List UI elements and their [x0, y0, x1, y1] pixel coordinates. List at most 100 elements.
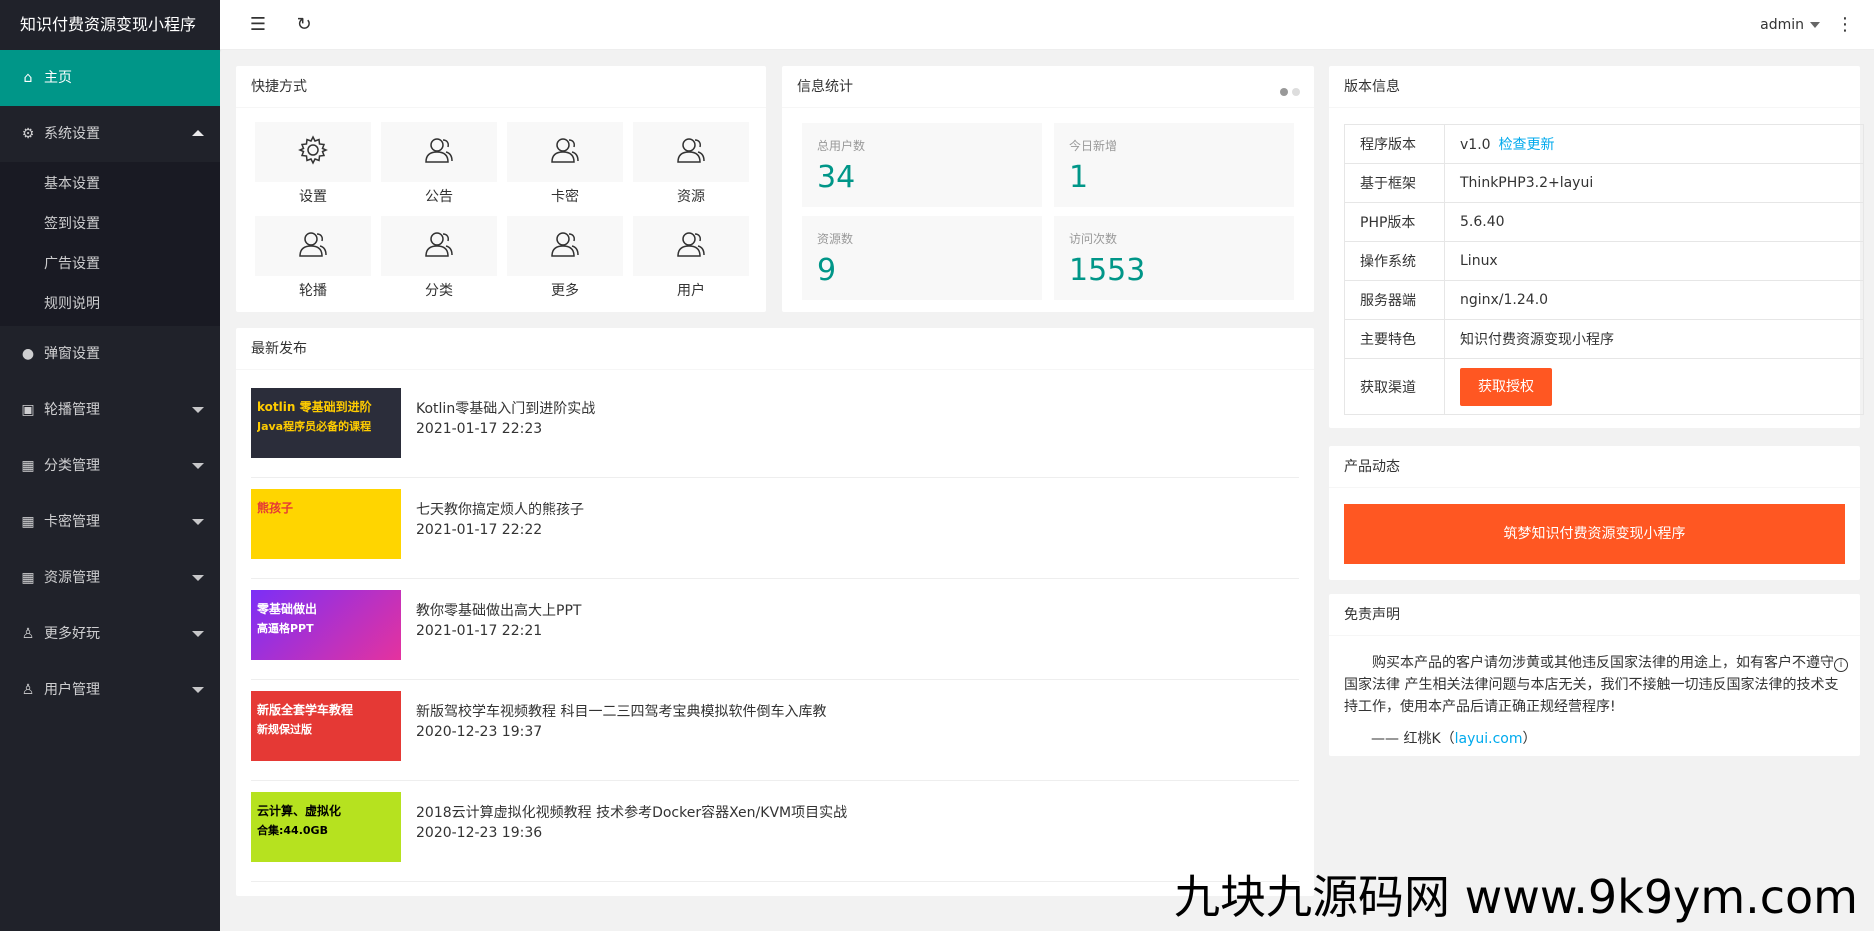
list-item[interactable]: 熊孩子 七天教你搞定烦人的熊孩子 2021-01-17 22:22 — [251, 479, 1299, 579]
image-icon: ▣ — [21, 402, 35, 418]
shortcut-label: 公告 — [425, 189, 453, 205]
thumbnail-text: 零基础做出 — [257, 602, 318, 616]
nav-category-label: 分类管理 — [44, 458, 100, 474]
top-header: ☰ ↻ admin ⋮ — [220, 0, 1874, 50]
stat-visits: 访问次数 1553 — [1054, 216, 1294, 300]
post-thumbnail[interactable]: kotlin 零基础到进阶 Java程序员必备的课程 — [251, 388, 401, 458]
post-thumbnail[interactable]: 云计算、虚拟化 合集:44.0GB — [251, 792, 401, 862]
nav-resource[interactable]: ▦ 资源管理 — [0, 550, 220, 606]
thumbnail-text: 熊孩子 — [257, 501, 294, 515]
nav-popup-settings[interactable]: ● 弹窗设置 — [0, 326, 220, 382]
post-date: 2020-12-23 19:37 — [416, 724, 543, 740]
version-value: v1.0 检查更新 — [1444, 124, 1864, 164]
chevron-down-icon — [192, 407, 204, 413]
list-item[interactable]: 零基础做出 高逼格PPT 教你零基础做出高大上PPT 2021-01-17 22:21 — [251, 580, 1299, 680]
shortcut-resource[interactable] — [633, 122, 749, 182]
thumbnail-subtext: 合集:44.0GB — [257, 824, 328, 837]
watermark-text: 九块九源码网 www.9k9ym.com — [1174, 870, 1858, 924]
product-banner-button[interactable]: 筑梦知识付费资源变现小程序 — [1344, 504, 1845, 564]
system-submenu: 基本设置 签到设置 广告设置 规则说明 — [0, 162, 220, 326]
users-icon — [381, 134, 497, 170]
user-menu[interactable]: admin — [1760, 0, 1820, 50]
shortcut-label: 资源 — [677, 189, 705, 205]
version-value: 获取授权 — [1444, 358, 1864, 415]
shortcut-settings[interactable] — [255, 122, 371, 182]
app-title: 知识付费资源变现小程序 — [0, 0, 220, 50]
post-title[interactable]: 七天教你搞定烦人的熊孩子 — [416, 499, 584, 519]
subnav-ad-settings[interactable]: 广告设置 — [0, 244, 220, 284]
post-title[interactable]: 教你零基础做出高大上PPT — [416, 600, 581, 620]
shortcut-carousel[interactable] — [255, 216, 371, 276]
users-icon — [255, 228, 371, 264]
shortcut-card[interactable] — [507, 122, 623, 182]
post-thumbnail[interactable]: 新版全套学车教程 新规保过版 — [251, 691, 401, 761]
shortcut-label: 卡密 — [551, 189, 579, 205]
nav-system-label: 系统设置 — [44, 126, 100, 142]
post-title[interactable]: 2018云计算虚拟化视频教程 技术参考Docker容器Xen/KVM项目实战 — [416, 802, 847, 822]
post-title[interactable]: 新版驾校学车视频教程 科目一二三四驾考宝典模拟软件倒车入库教 — [416, 701, 826, 721]
post-title[interactable]: Kotlin零基础入门到进阶实战 — [416, 398, 595, 418]
nav-card[interactable]: ▦ 卡密管理 — [0, 494, 220, 550]
menu-collapse-icon[interactable]: ☰ — [238, 0, 278, 50]
nav-category[interactable]: ▦ 分类管理 — [0, 438, 220, 494]
latest-title: 最新发布 — [236, 328, 1314, 370]
home-icon: ⌂ — [23, 70, 33, 86]
shortcut-label: 轮播 — [299, 283, 327, 299]
nav-system-settings[interactable]: ⚙ 系统设置 — [0, 106, 220, 162]
version-key: 服务器端 — [1344, 280, 1445, 320]
username: admin — [1760, 17, 1804, 33]
stat-label: 总用户数 — [817, 139, 866, 153]
post-date: 2021-01-17 22:21 — [416, 623, 543, 639]
post-date: 2021-01-17 22:22 — [416, 522, 543, 538]
list-item[interactable]: 云计算、虚拟化 合集:44.0GB 2018云计算虚拟化视频教程 技术参考Docke… — [251, 782, 1299, 882]
latest-card: 最新发布 kotlin 零基础到进阶 Java程序员必备的课程 Kotlin零基础入… — [236, 328, 1314, 896]
nav-home[interactable]: ⌂ 主页 — [0, 50, 220, 106]
nav-user-label: 用户管理 — [44, 682, 100, 698]
refresh-icon[interactable]: ↻ — [284, 0, 324, 50]
chevron-down-icon — [192, 687, 204, 693]
caret-down-icon — [1810, 22, 1820, 28]
version-value: 5.6.40 — [1444, 202, 1864, 242]
stats-title: 信息统计 — [782, 66, 1314, 108]
disclaimer-card: 免责声明 i 购买本产品的客户请勿涉黄或其他违反国家法律的用途上，如有客户不遵守… — [1329, 594, 1860, 756]
get-license-button[interactable]: 获取授权 — [1460, 367, 1552, 406]
nav-more[interactable]: ♙ 更多好玩 — [0, 606, 220, 662]
subnav-signin-settings[interactable]: 签到设置 — [0, 204, 220, 244]
nav-user[interactable]: ♙ 用户管理 — [0, 662, 220, 718]
version-value: nginx/1.24.0 — [1444, 280, 1864, 320]
shortcut-label: 更多 — [551, 283, 579, 299]
dot-active[interactable] — [1280, 88, 1288, 96]
stat-total-users: 总用户数 34 — [802, 123, 1042, 207]
chevron-down-icon — [192, 519, 204, 525]
subnav-basic-settings[interactable]: 基本设置 — [0, 164, 220, 204]
layui-link[interactable]: layui.com — [1455, 731, 1523, 747]
shortcut-more[interactable] — [507, 216, 623, 276]
product-card: 产品动态 筑梦知识付费资源变现小程序 — [1329, 446, 1860, 580]
dot-inactive[interactable] — [1292, 88, 1300, 96]
sig-suffix: ） — [1522, 731, 1537, 747]
post-date: 2021-01-17 22:23 — [416, 421, 543, 437]
post-thumbnail[interactable]: 熊孩子 — [251, 489, 401, 559]
list-item[interactable]: 新版全套学车教程 新规保过版 新版驾校学车视频教程 科目一二三四驾考宝典模拟软件倒车… — [251, 681, 1299, 781]
version-key: PHP版本 — [1344, 202, 1445, 242]
stat-value: 1553 — [1069, 253, 1146, 288]
shortcut-notice[interactable] — [381, 122, 497, 182]
shortcut-category[interactable] — [381, 216, 497, 276]
version-table: 程序版本 v1.0 检查更新 基于框架 ThinkPHP3.2+layui PHP版… — [1344, 124, 1864, 415]
stat-value: 1 — [1069, 160, 1089, 195]
grid-icon: ▦ — [21, 514, 35, 530]
check-update-link[interactable]: 检查更新 — [1499, 137, 1555, 153]
subnav-rules[interactable]: 规则说明 — [0, 284, 220, 324]
post-thumbnail[interactable]: 零基础做出 高逼格PPT — [251, 590, 401, 660]
carousel-dots[interactable] — [1276, 84, 1300, 100]
post-date: 2020-12-23 19:36 — [416, 825, 543, 841]
sidebar: 知识付费资源变现小程序 ⌂ 主页 ⚙ 系统设置 基本设置 签到设置 广告设置 规… — [0, 0, 220, 931]
chevron-down-icon — [192, 575, 204, 581]
gear-icon — [255, 134, 371, 170]
shortcut-label: 设置 — [299, 189, 327, 205]
more-vertical-icon[interactable]: ⋮ — [1836, 0, 1854, 50]
shortcut-user[interactable] — [633, 216, 749, 276]
nav-carousel[interactable]: ▣ 轮播管理 — [0, 382, 220, 438]
stat-today-new: 今日新增 1 — [1054, 123, 1294, 207]
list-item[interactable]: kotlin 零基础到进阶 Java程序员必备的课程 Kotlin零基础入门到进阶实… — [251, 378, 1299, 478]
